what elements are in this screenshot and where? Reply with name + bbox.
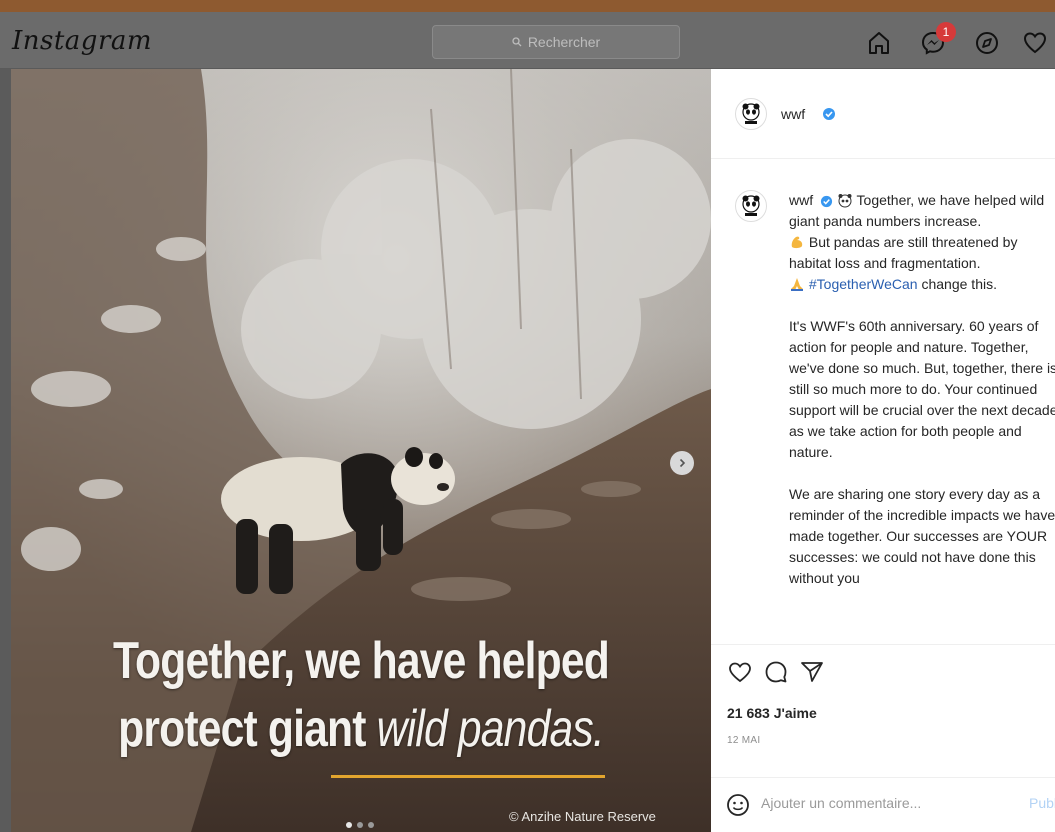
caption-paragraph-3: We are sharing one story every day as a …	[789, 486, 1055, 586]
caption-text: wwf Together, we have helped wild giant …	[789, 190, 1055, 610]
window-top-border	[0, 0, 1055, 12]
praying-hands-emoji-icon	[791, 278, 803, 291]
instagram-logo[interactable]: Instagram	[12, 26, 152, 56]
caption-username[interactable]: wwf	[789, 192, 813, 208]
like-heart-icon[interactable]	[727, 659, 753, 685]
search-icon	[512, 37, 522, 47]
caption-hashtag[interactable]: #TogetherWeCan	[809, 276, 918, 292]
carousel-dot	[346, 822, 352, 828]
caption-line2: But pandas are still threatened by habit…	[789, 234, 1018, 271]
post-date[interactable]: 12 MAI	[727, 735, 760, 746]
top-navigation-bar: Instagram Rechercher 1	[0, 12, 1055, 69]
headline-italic-text: wild pandas.	[376, 700, 605, 758]
panda-emoji-icon	[838, 194, 852, 208]
image-headline-line2: protect giant wild pandas.	[74, 699, 648, 759]
caption-line3: change this.	[917, 276, 997, 292]
message-badge: 1	[936, 22, 956, 42]
wwf-panda-logo-icon	[742, 102, 760, 124]
image-headline-line1: Together, we have helped	[112, 632, 610, 690]
caption-avatar[interactable]	[735, 190, 767, 222]
headline-plain-text: protect giant	[118, 700, 377, 758]
share-icon[interactable]	[799, 659, 825, 685]
emoji-picker-icon[interactable]	[725, 792, 751, 818]
caption-paragraph-2: It's WWF's 60th anniversary. 60 years of…	[789, 318, 1055, 460]
comment-input[interactable]: Ajouter un commentaire...	[761, 795, 921, 811]
author-username[interactable]: wwf	[781, 106, 805, 122]
home-icon[interactable]	[864, 28, 894, 58]
search-input[interactable]: Rechercher	[432, 25, 680, 59]
heart-icon[interactable]	[1020, 28, 1050, 58]
carousel-dot	[357, 822, 363, 828]
search-placeholder: Rechercher	[527, 34, 601, 50]
author-avatar[interactable]	[735, 97, 767, 130]
headline-underline	[331, 775, 605, 778]
carousel-indicator	[346, 822, 374, 828]
comment-icon[interactable]	[763, 659, 789, 685]
image-credit: © Anzihe Nature Reserve	[509, 809, 656, 824]
likes-count[interactable]: 21 683 J'aime	[727, 705, 817, 721]
post-actions: 21 683 J'aime 12 MAI	[711, 644, 1055, 764]
post-image[interactable]: Together, we have helped protect giant w…	[11, 69, 711, 832]
add-comment-row: Ajouter un commentaire... Publier	[711, 777, 1055, 832]
wwf-panda-logo-icon	[742, 195, 760, 216]
instagram-window: Instagram Rechercher 1 Together, we have…	[0, 12, 1055, 832]
carousel-dot	[368, 822, 374, 828]
carousel-next-button[interactable]	[670, 451, 694, 475]
chevron-right-icon	[679, 458, 686, 468]
caption-area: wwf Together, we have helped wild giant …	[711, 160, 1055, 644]
verified-badge-icon	[823, 107, 836, 120]
verified-badge-icon	[820, 195, 833, 207]
explore-icon[interactable]	[972, 28, 1002, 58]
post-details-panel: wwf wwf Together, we have helped wild gi…	[711, 69, 1055, 832]
flexed-bicep-emoji-icon	[791, 236, 803, 249]
post-header: wwf	[711, 69, 1055, 159]
publish-button[interactable]: Publier	[1029, 795, 1055, 811]
